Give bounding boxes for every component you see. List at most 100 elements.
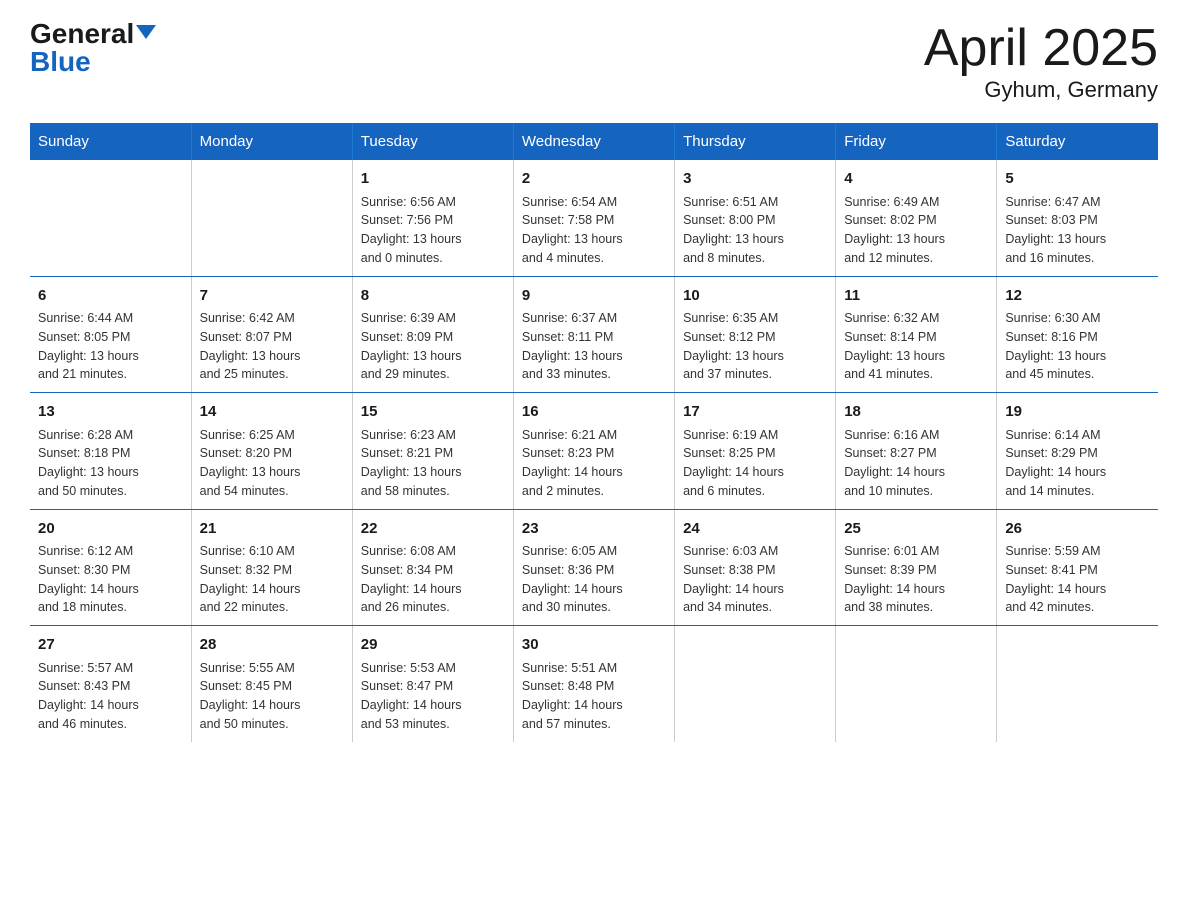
day-number: 11 bbox=[844, 285, 988, 308]
header-day-saturday: Saturday bbox=[997, 123, 1158, 160]
header-day-monday: Monday bbox=[191, 123, 352, 160]
day-number: 8 bbox=[361, 285, 505, 308]
day-info: Sunrise: 6:44 AM Sunset: 8:05 PM Dayligh… bbox=[38, 309, 183, 384]
day-number: 20 bbox=[38, 518, 183, 541]
page-header: General Blue April 2025 Gyhum, Germany bbox=[30, 20, 1158, 103]
day-info: Sunrise: 6:47 AM Sunset: 8:03 PM Dayligh… bbox=[1005, 193, 1150, 268]
day-number: 17 bbox=[683, 401, 827, 424]
calendar-cell: 14Sunrise: 6:25 AM Sunset: 8:20 PM Dayli… bbox=[191, 393, 352, 510]
day-info: Sunrise: 6:56 AM Sunset: 7:56 PM Dayligh… bbox=[361, 193, 505, 268]
day-info: Sunrise: 6:54 AM Sunset: 7:58 PM Dayligh… bbox=[522, 193, 666, 268]
day-info: Sunrise: 6:14 AM Sunset: 8:29 PM Dayligh… bbox=[1005, 426, 1150, 501]
calendar-header: SundayMondayTuesdayWednesdayThursdayFrid… bbox=[30, 123, 1158, 160]
calendar-cell: 29Sunrise: 5:53 AM Sunset: 8:47 PM Dayli… bbox=[352, 626, 513, 742]
day-info: Sunrise: 6:39 AM Sunset: 8:09 PM Dayligh… bbox=[361, 309, 505, 384]
day-info: Sunrise: 6:05 AM Sunset: 8:36 PM Dayligh… bbox=[522, 542, 666, 617]
day-info: Sunrise: 6:32 AM Sunset: 8:14 PM Dayligh… bbox=[844, 309, 988, 384]
calendar-cell: 28Sunrise: 5:55 AM Sunset: 8:45 PM Dayli… bbox=[191, 626, 352, 742]
day-info: Sunrise: 6:01 AM Sunset: 8:39 PM Dayligh… bbox=[844, 542, 988, 617]
day-info: Sunrise: 6:03 AM Sunset: 8:38 PM Dayligh… bbox=[683, 542, 827, 617]
week-row-5: 27Sunrise: 5:57 AM Sunset: 8:43 PM Dayli… bbox=[30, 626, 1158, 742]
day-info: Sunrise: 6:16 AM Sunset: 8:27 PM Dayligh… bbox=[844, 426, 988, 501]
day-number: 25 bbox=[844, 518, 988, 541]
calendar-cell: 17Sunrise: 6:19 AM Sunset: 8:25 PM Dayli… bbox=[675, 393, 836, 510]
calendar-cell: 19Sunrise: 6:14 AM Sunset: 8:29 PM Dayli… bbox=[997, 393, 1158, 510]
calendar-cell: 4Sunrise: 6:49 AM Sunset: 8:02 PM Daylig… bbox=[836, 160, 997, 276]
day-info: Sunrise: 6:51 AM Sunset: 8:00 PM Dayligh… bbox=[683, 193, 827, 268]
calendar-cell: 18Sunrise: 6:16 AM Sunset: 8:27 PM Dayli… bbox=[836, 393, 997, 510]
day-number: 26 bbox=[1005, 518, 1150, 541]
day-info: Sunrise: 6:12 AM Sunset: 8:30 PM Dayligh… bbox=[38, 542, 183, 617]
day-info: Sunrise: 5:57 AM Sunset: 8:43 PM Dayligh… bbox=[38, 659, 183, 734]
logo: General Blue bbox=[30, 20, 156, 76]
day-number: 29 bbox=[361, 634, 505, 657]
calendar-cell: 21Sunrise: 6:10 AM Sunset: 8:32 PM Dayli… bbox=[191, 509, 352, 626]
calendar-cell: 7Sunrise: 6:42 AM Sunset: 8:07 PM Daylig… bbox=[191, 276, 352, 393]
day-info: Sunrise: 6:19 AM Sunset: 8:25 PM Dayligh… bbox=[683, 426, 827, 501]
header-day-tuesday: Tuesday bbox=[352, 123, 513, 160]
day-number: 12 bbox=[1005, 285, 1150, 308]
day-info: Sunrise: 6:21 AM Sunset: 8:23 PM Dayligh… bbox=[522, 426, 666, 501]
calendar-body: 1Sunrise: 6:56 AM Sunset: 7:56 PM Daylig… bbox=[30, 160, 1158, 742]
header-day-sunday: Sunday bbox=[30, 123, 191, 160]
day-number: 10 bbox=[683, 285, 827, 308]
day-number: 14 bbox=[200, 401, 344, 424]
day-number: 18 bbox=[844, 401, 988, 424]
day-number: 21 bbox=[200, 518, 344, 541]
month-title: April 2025 bbox=[924, 20, 1158, 77]
header-day-friday: Friday bbox=[836, 123, 997, 160]
calendar-cell: 1Sunrise: 6:56 AM Sunset: 7:56 PM Daylig… bbox=[352, 160, 513, 276]
day-number: 3 bbox=[683, 168, 827, 191]
title-area: April 2025 Gyhum, Germany bbox=[924, 20, 1158, 103]
calendar-cell bbox=[191, 160, 352, 276]
calendar-cell: 15Sunrise: 6:23 AM Sunset: 8:21 PM Dayli… bbox=[352, 393, 513, 510]
calendar-cell: 24Sunrise: 6:03 AM Sunset: 8:38 PM Dayli… bbox=[675, 509, 836, 626]
calendar-cell: 23Sunrise: 6:05 AM Sunset: 8:36 PM Dayli… bbox=[513, 509, 674, 626]
day-info: Sunrise: 5:51 AM Sunset: 8:48 PM Dayligh… bbox=[522, 659, 666, 734]
logo-general-text: General bbox=[30, 20, 134, 48]
day-info: Sunrise: 6:10 AM Sunset: 8:32 PM Dayligh… bbox=[200, 542, 344, 617]
day-info: Sunrise: 6:28 AM Sunset: 8:18 PM Dayligh… bbox=[38, 426, 183, 501]
day-number: 15 bbox=[361, 401, 505, 424]
calendar-cell: 20Sunrise: 6:12 AM Sunset: 8:30 PM Dayli… bbox=[30, 509, 191, 626]
day-number: 24 bbox=[683, 518, 827, 541]
day-info: Sunrise: 6:37 AM Sunset: 8:11 PM Dayligh… bbox=[522, 309, 666, 384]
calendar-cell: 12Sunrise: 6:30 AM Sunset: 8:16 PM Dayli… bbox=[997, 276, 1158, 393]
calendar-cell bbox=[30, 160, 191, 276]
calendar-cell: 16Sunrise: 6:21 AM Sunset: 8:23 PM Dayli… bbox=[513, 393, 674, 510]
day-info: Sunrise: 6:23 AM Sunset: 8:21 PM Dayligh… bbox=[361, 426, 505, 501]
day-info: Sunrise: 6:35 AM Sunset: 8:12 PM Dayligh… bbox=[683, 309, 827, 384]
header-day-wednesday: Wednesday bbox=[513, 123, 674, 160]
day-number: 7 bbox=[200, 285, 344, 308]
day-info: Sunrise: 5:53 AM Sunset: 8:47 PM Dayligh… bbox=[361, 659, 505, 734]
day-number: 13 bbox=[38, 401, 183, 424]
day-number: 22 bbox=[361, 518, 505, 541]
calendar-cell: 6Sunrise: 6:44 AM Sunset: 8:05 PM Daylig… bbox=[30, 276, 191, 393]
logo-triangle-icon bbox=[136, 25, 156, 39]
calendar-cell: 9Sunrise: 6:37 AM Sunset: 8:11 PM Daylig… bbox=[513, 276, 674, 393]
day-info: Sunrise: 6:49 AM Sunset: 8:02 PM Dayligh… bbox=[844, 193, 988, 268]
calendar-cell bbox=[997, 626, 1158, 742]
day-number: 4 bbox=[844, 168, 988, 191]
calendar-cell: 3Sunrise: 6:51 AM Sunset: 8:00 PM Daylig… bbox=[675, 160, 836, 276]
day-number: 5 bbox=[1005, 168, 1150, 191]
day-number: 23 bbox=[522, 518, 666, 541]
calendar-table: SundayMondayTuesdayWednesdayThursdayFrid… bbox=[30, 123, 1158, 742]
day-number: 1 bbox=[361, 168, 505, 191]
day-info: Sunrise: 6:08 AM Sunset: 8:34 PM Dayligh… bbox=[361, 542, 505, 617]
day-number: 6 bbox=[38, 285, 183, 308]
week-row-1: 1Sunrise: 6:56 AM Sunset: 7:56 PM Daylig… bbox=[30, 160, 1158, 276]
day-info: Sunrise: 6:25 AM Sunset: 8:20 PM Dayligh… bbox=[200, 426, 344, 501]
day-info: Sunrise: 5:59 AM Sunset: 8:41 PM Dayligh… bbox=[1005, 542, 1150, 617]
calendar-cell: 27Sunrise: 5:57 AM Sunset: 8:43 PM Dayli… bbox=[30, 626, 191, 742]
day-number: 28 bbox=[200, 634, 344, 657]
calendar-cell bbox=[675, 626, 836, 742]
calendar-cell bbox=[836, 626, 997, 742]
day-info: Sunrise: 5:55 AM Sunset: 8:45 PM Dayligh… bbox=[200, 659, 344, 734]
calendar-cell: 25Sunrise: 6:01 AM Sunset: 8:39 PM Dayli… bbox=[836, 509, 997, 626]
calendar-cell: 13Sunrise: 6:28 AM Sunset: 8:18 PM Dayli… bbox=[30, 393, 191, 510]
day-info: Sunrise: 6:42 AM Sunset: 8:07 PM Dayligh… bbox=[200, 309, 344, 384]
day-number: 16 bbox=[522, 401, 666, 424]
week-row-3: 13Sunrise: 6:28 AM Sunset: 8:18 PM Dayli… bbox=[30, 393, 1158, 510]
day-number: 30 bbox=[522, 634, 666, 657]
